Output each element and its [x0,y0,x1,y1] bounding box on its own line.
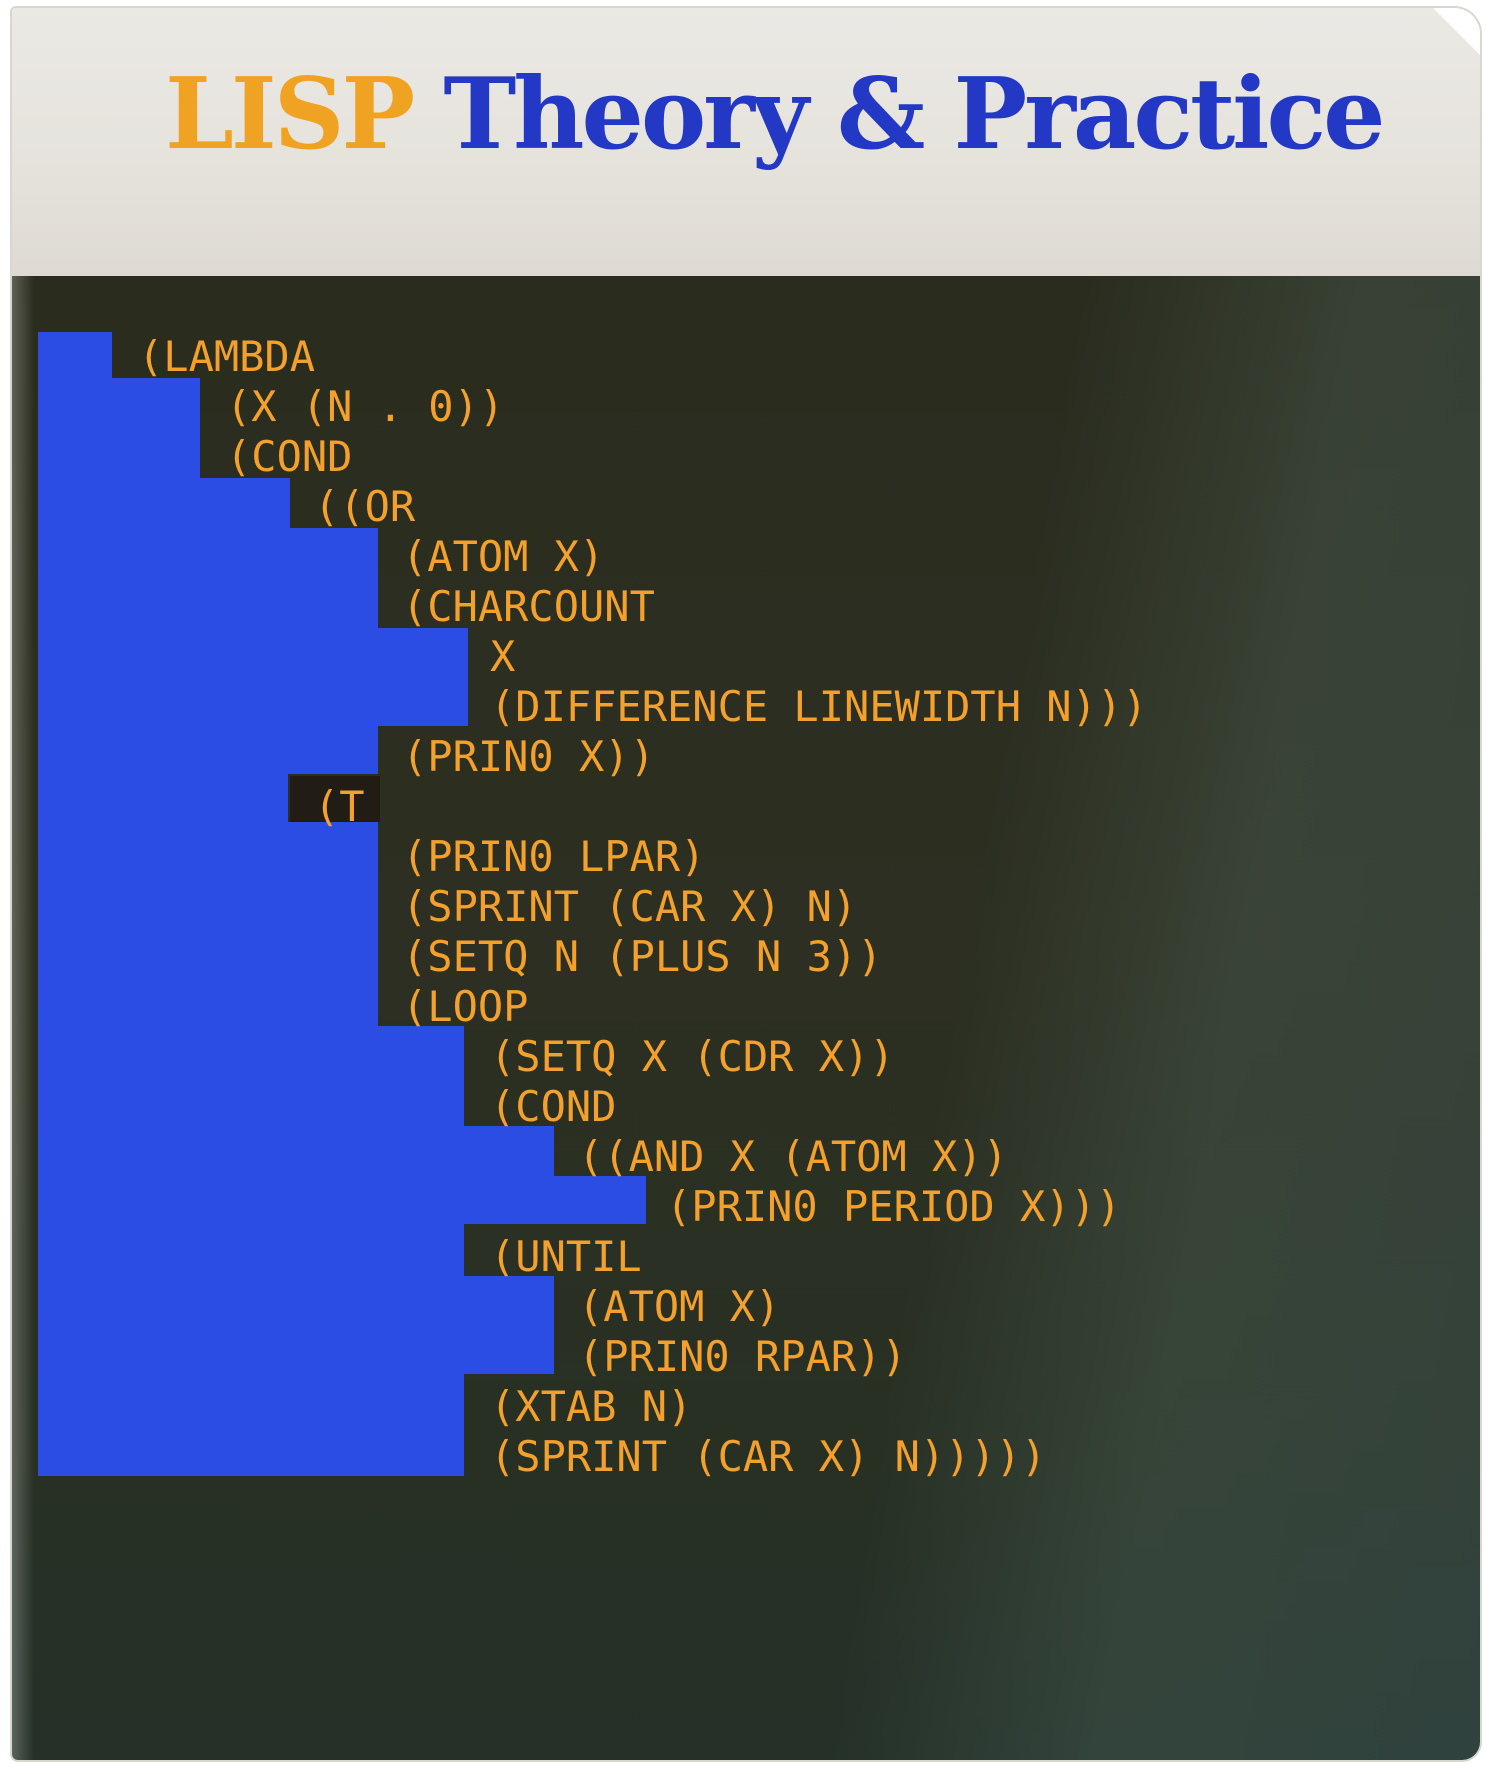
code-line: (SETQ X (CDR X)) [490,1032,895,1081]
code-line: ((AND X (ATOM X)) [578,1132,1008,1181]
code-line: (X (N . 0)) [226,382,505,431]
blue-stair-graphic [38,332,646,1476]
code-panel: (LAMBDA (X (N . 0)) (COND ((OR (ATOM X) … [12,276,1480,1760]
book-title: LISP Theory & Practice [165,66,1386,164]
worn-corner [1434,8,1480,78]
title-band: LISP Theory & Practice [12,8,1480,276]
code-line: (SPRINT (CAR X) N))))) [490,1432,1047,1481]
code-line: ((OR [314,482,416,531]
code-line: (PRIN0 LPAR) [402,832,706,881]
code-line: (CHARCOUNT [402,582,655,631]
code-line: X [490,632,516,681]
code-line: (SPRINT (CAR X) N) [402,882,858,931]
code-line: (ATOM X) [578,1282,781,1331]
code-line: (COND [490,1082,617,1131]
code-line: (T [314,782,365,831]
code-line: (UNTIL [490,1232,642,1281]
code-line: (LAMBDA [138,332,316,381]
code-line: (LOOP [402,982,529,1031]
code-line: (SETQ N (PLUS N 3)) [402,932,883,981]
code-line: (DIFFERENCE LINEWIDTH N))) [490,682,1148,731]
title-theory-practice: Theory & Practice [443,57,1385,172]
code-line: (PRIN0 RPAR)) [578,1332,907,1381]
title-lisp: LISP [165,57,415,172]
code-line: (COND [226,432,353,481]
code-line: (PRIN0 X)) [402,732,655,781]
book-cover: LISP Theory & Practice (LAMBDA (X (N . 0… [12,8,1480,1760]
code-line: (ATOM X) [402,532,605,581]
code-line: (PRIN0 PERIOD X))) [666,1182,1122,1231]
code-line: (XTAB N) [490,1382,693,1431]
